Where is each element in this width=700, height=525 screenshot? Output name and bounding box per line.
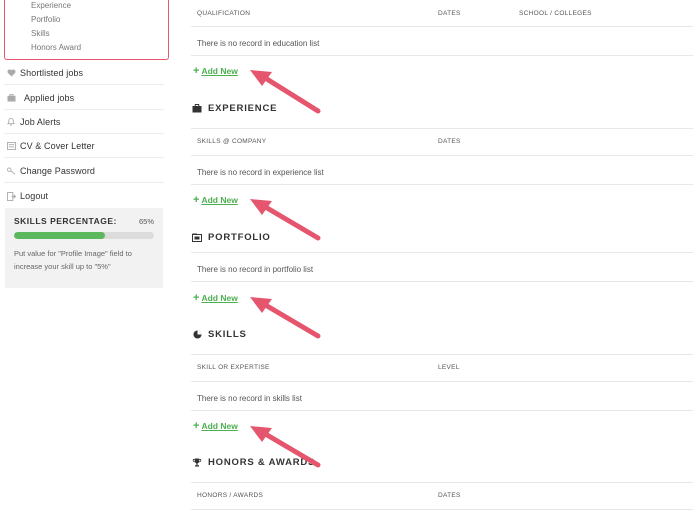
annotation-arrow [250, 297, 321, 339]
annotation-arrow [250, 199, 321, 241]
annotation-arrows [250, 70, 321, 468]
annotation-arrow [250, 70, 321, 114]
annotation-arrow [250, 426, 321, 468]
